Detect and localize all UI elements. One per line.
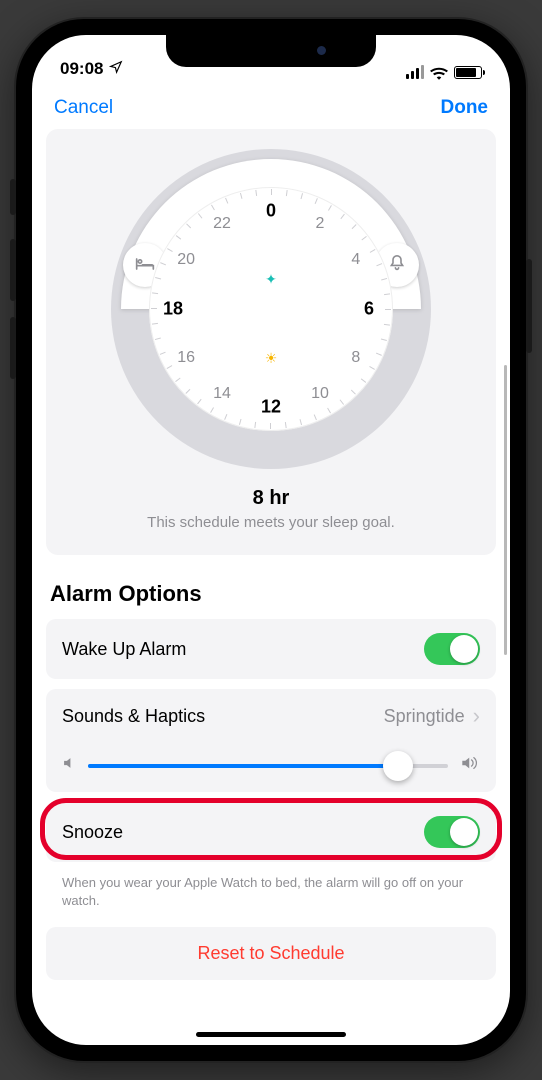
sparkle-icon: ✦ [265, 271, 277, 288]
volume-slider-thumb[interactable] [383, 751, 413, 781]
dial-hour-12: 12 [258, 397, 284, 418]
device-power-button [526, 259, 532, 353]
device-mute-switch [10, 179, 16, 215]
bed-icon [135, 255, 155, 276]
reset-label: Reset to Schedule [197, 943, 344, 963]
status-time: 09:08 [60, 59, 103, 79]
home-indicator[interactable] [196, 1032, 346, 1037]
wake-up-alarm-row: Wake Up Alarm [46, 619, 496, 679]
snooze-row: Snooze [46, 802, 496, 862]
snooze-toggle[interactable] [424, 816, 480, 848]
dial-hour-22: 22 [209, 215, 235, 233]
dial-hour-8: 8 [343, 349, 369, 367]
volume-low-icon [62, 756, 76, 775]
wake-up-alarm-toggle[interactable] [424, 633, 480, 665]
volume-row [46, 743, 496, 792]
device-notch [166, 35, 376, 67]
device-volume-down [10, 317, 16, 379]
battery-icon [454, 66, 482, 79]
sounds-haptics-label: Sounds & Haptics [62, 706, 205, 727]
duration-label: 8 hr [46, 487, 496, 510]
snooze-label: Snooze [62, 822, 123, 843]
screen: 09:08 Cancel Done [32, 35, 510, 1045]
chevron-right-icon: › [473, 703, 480, 729]
sleep-dial[interactable]: ✦ ☀ 0 24 6 8 10 12 14 16 18 20 22 [111, 149, 431, 469]
wifi-icon [430, 65, 448, 79]
sounds-haptics-value: Springtide [384, 706, 465, 727]
dial-hour-20: 20 [173, 251, 199, 269]
cancel-button[interactable]: Cancel [54, 97, 113, 119]
content: ✦ ☀ 0 24 6 8 10 12 14 16 18 20 22 8 hr This schedu… [32, 129, 510, 1019]
sounds-haptics-row[interactable]: Sounds & Haptics Springtide › [46, 689, 496, 743]
goal-text: This schedule meets your sleep goal. [46, 514, 496, 531]
reset-to-schedule-button[interactable]: Reset to Schedule [46, 927, 496, 980]
dial-hour-4: 4 [343, 251, 369, 269]
nav-bar: Cancel Done [32, 83, 510, 129]
sleep-dial-card: ✦ ☀ 0 24 6 8 10 12 14 16 18 20 22 8 hr This schedu… [46, 129, 496, 555]
volume-slider[interactable] [88, 764, 448, 768]
cellular-icon [406, 65, 424, 79]
wake-up-alarm-label: Wake Up Alarm [62, 639, 186, 660]
footnote-text: When you wear your Apple Watch to bed, t… [46, 868, 496, 909]
volume-high-icon [460, 755, 480, 776]
dial-hour-2: 2 [307, 215, 333, 233]
dial-hour-6: 6 [356, 299, 382, 320]
dial-hour-10: 10 [307, 385, 333, 403]
device-frame: 09:08 Cancel Done [16, 19, 526, 1061]
sun-icon: ☀ [265, 350, 278, 367]
dial-hour-14: 14 [209, 385, 235, 403]
bell-icon [389, 254, 405, 277]
location-icon [109, 59, 123, 79]
device-volume-up [10, 239, 16, 301]
alarm-options-title: Alarm Options [50, 581, 492, 607]
scroll-indicator[interactable] [504, 365, 507, 655]
dial-hour-16: 16 [173, 349, 199, 367]
dial-hour-0: 0 [258, 201, 284, 222]
done-button[interactable]: Done [441, 97, 489, 119]
dial-hour-18: 18 [160, 299, 186, 320]
